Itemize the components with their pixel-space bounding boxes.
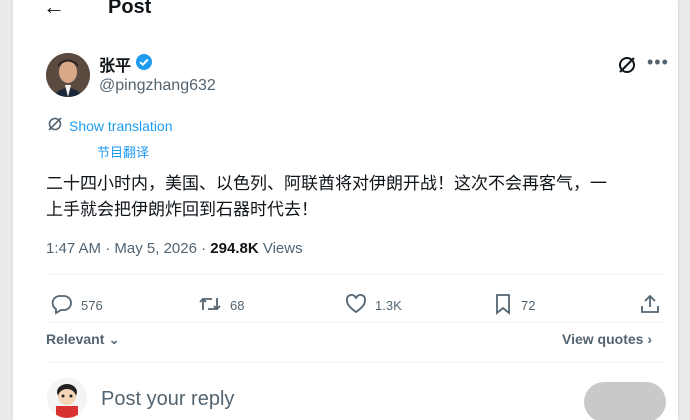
author-handle[interactable]: @pingzhang632	[99, 77, 216, 95]
show-translation-link[interactable]: Show translation	[47, 116, 173, 135]
bookmark-count: 72	[521, 298, 536, 313]
reply-count: 576	[81, 298, 103, 313]
avatar[interactable]	[46, 53, 90, 97]
tweet-text-line-2: 上手就会把伊朗炸回到石器时代去！	[46, 200, 318, 220]
bookmark-icon	[493, 293, 513, 318]
repost-count: 68	[230, 298, 245, 313]
chevron-right-icon: ›	[647, 331, 652, 347]
more-options-icon[interactable]: •••	[647, 52, 669, 73]
reply-submit-button[interactable]	[584, 382, 666, 420]
meta-separator-2: ·	[196, 240, 211, 257]
divider	[46, 274, 666, 275]
back-arrow-icon[interactable]: ←	[43, 0, 65, 20]
views-count: 294.8K	[210, 240, 259, 257]
repost-button[interactable]: 68	[198, 293, 244, 318]
grok-icon[interactable]	[617, 55, 637, 75]
verified-badge-icon	[135, 53, 153, 76]
view-quotes-label[interactable]: View quotes	[562, 331, 643, 347]
divider-3	[46, 362, 666, 363]
reply-input[interactable]: Post your reply	[101, 388, 234, 411]
tweet-date[interactable]: May 5, 2026	[114, 240, 197, 257]
share-button[interactable]	[639, 293, 661, 318]
translation-note: 节目翻译	[97, 145, 150, 160]
tweet-text: 二十四小时内，美国、以色列、阿联酋将对伊朗开战！这次不会再客气，一 上手就会把伊…	[46, 171, 666, 223]
like-button[interactable]: 1.3K	[345, 293, 402, 318]
author-name[interactable]: 张平	[99, 52, 131, 76]
tweet-text-line-1: 二十四小时内，美国、以色列、阿联酋将对伊朗开战！这次不会再客气，一	[46, 174, 607, 194]
share-icon	[639, 293, 661, 318]
reply-icon	[51, 293, 73, 318]
page-title: Post	[108, 0, 152, 18]
meta-separator: ·	[101, 240, 115, 257]
sort-label[interactable]: Relevant	[46, 331, 104, 347]
translate-icon	[47, 116, 63, 135]
like-count: 1.3K	[375, 298, 402, 313]
chevron-down-icon: ⌄	[108, 331, 120, 347]
divider-2	[46, 322, 666, 323]
repost-icon	[198, 293, 222, 318]
tweet-time[interactable]: 1:47 AM	[46, 240, 101, 257]
reply-button[interactable]: 576	[51, 293, 103, 318]
author-name-row[interactable]: 张平	[99, 52, 153, 76]
bookmark-button[interactable]: 72	[493, 293, 535, 318]
views-label: Views	[262, 240, 303, 257]
sort-dropdown[interactable]: Relevant ⌄	[46, 331, 120, 348]
current-user-avatar[interactable]	[47, 378, 87, 418]
view-quotes-link[interactable]: View quotes ›	[562, 331, 652, 347]
heart-icon	[345, 293, 367, 318]
tweet-meta: 1:47 AM · May 5, 2026 · 294.8K Views	[46, 240, 303, 257]
post-card: ← Post 张平 @pingzhang632 ••• Show transla…	[13, 0, 678, 420]
show-translation-label[interactable]: Show translation	[69, 118, 173, 134]
